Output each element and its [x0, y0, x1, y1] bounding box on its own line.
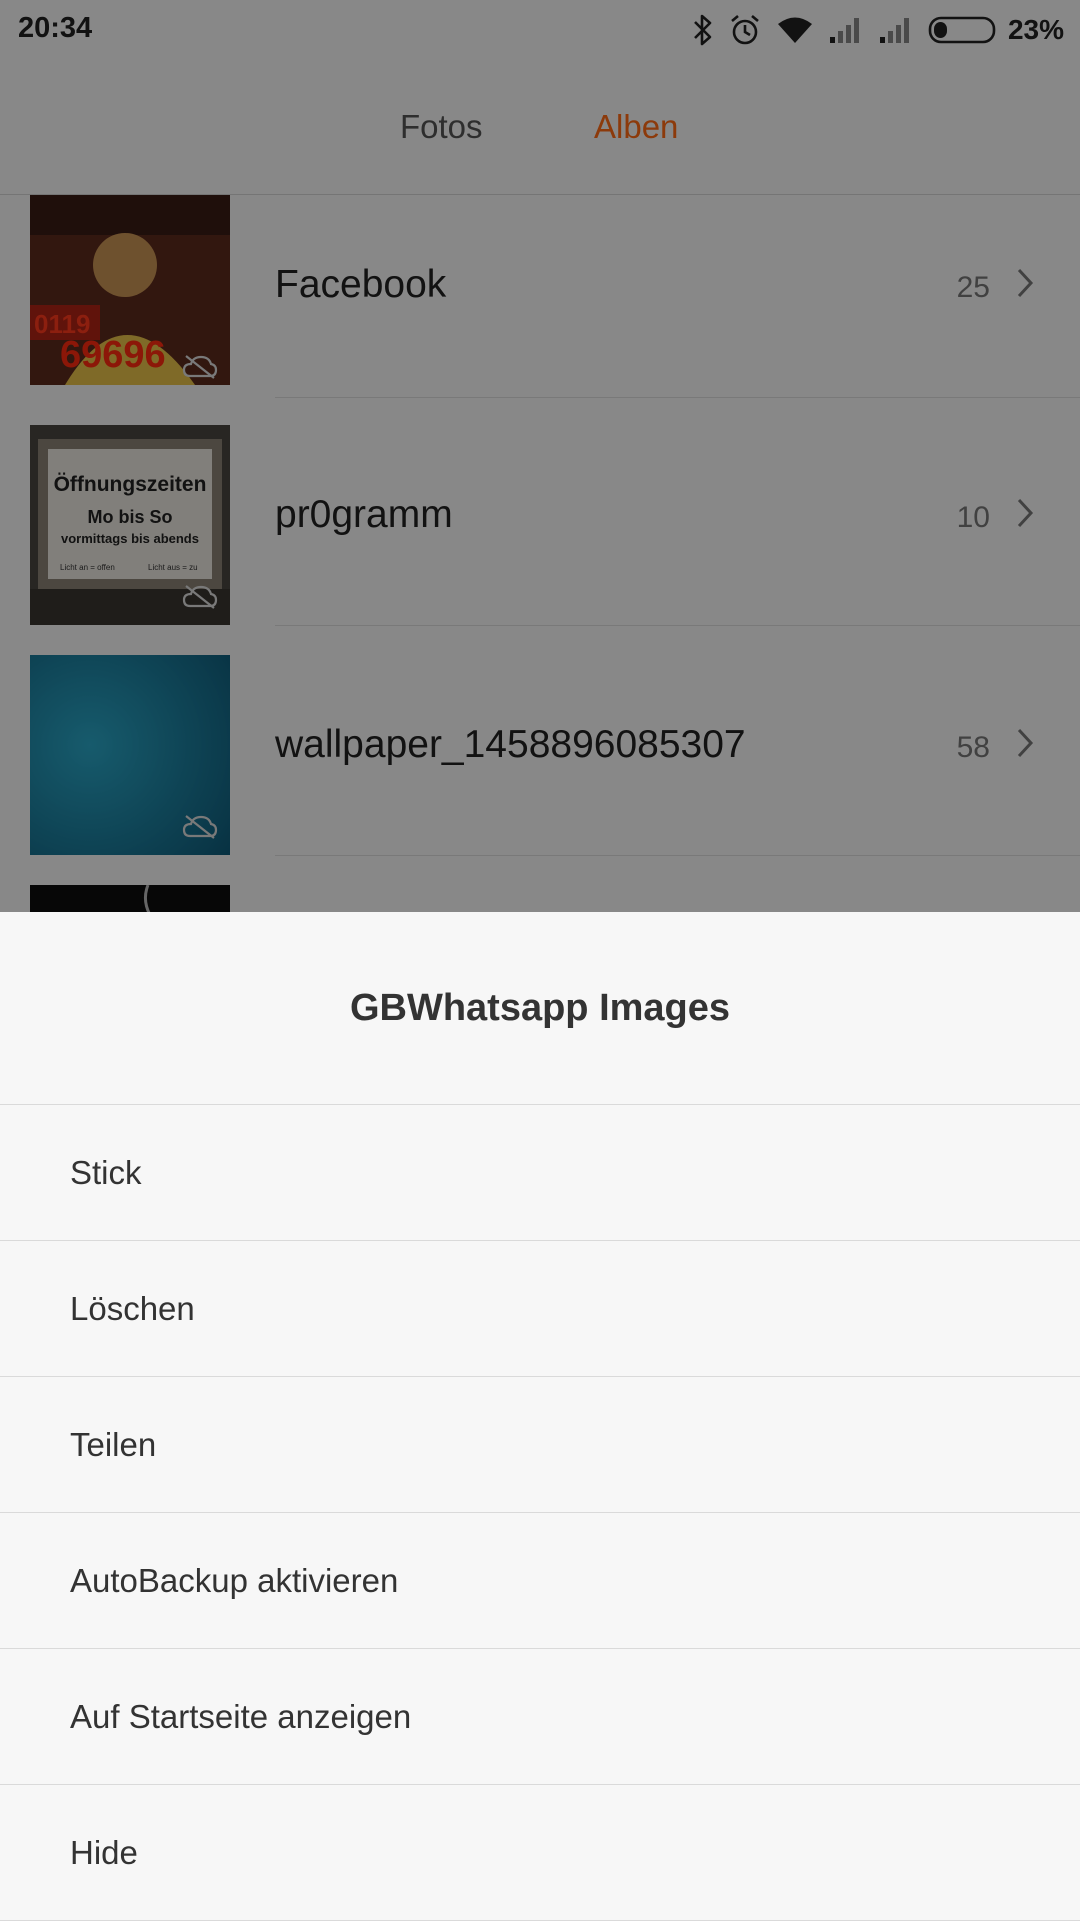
menu-item-share[interactable]: Teilen: [0, 1377, 1080, 1513]
menu-item-label: AutoBackup aktivieren: [70, 1561, 399, 1599]
menu-item-show-on-home[interactable]: Auf Startseite anzeigen: [0, 1649, 1080, 1785]
dim-overlay[interactable]: [0, 0, 1080, 912]
menu-item-label: Auf Startseite anzeigen: [70, 1697, 412, 1735]
album-action-sheet: GBWhatsapp Images Stick Löschen Teilen A…: [0, 912, 1080, 1921]
menu-item-delete[interactable]: Löschen: [0, 1241, 1080, 1377]
menu-item-stick[interactable]: Stick: [0, 1105, 1080, 1241]
menu-item-label: Teilen: [70, 1425, 157, 1463]
menu-item-label: Hide: [70, 1833, 138, 1871]
menu-item-hide[interactable]: Hide: [0, 1785, 1080, 1921]
menu-item-autobackup[interactable]: AutoBackup aktivieren: [0, 1513, 1080, 1649]
sheet-title: GBWhatsapp Images: [0, 912, 1080, 1105]
menu-item-label: Stick: [70, 1153, 142, 1191]
menu-item-label: Löschen: [70, 1289, 195, 1327]
